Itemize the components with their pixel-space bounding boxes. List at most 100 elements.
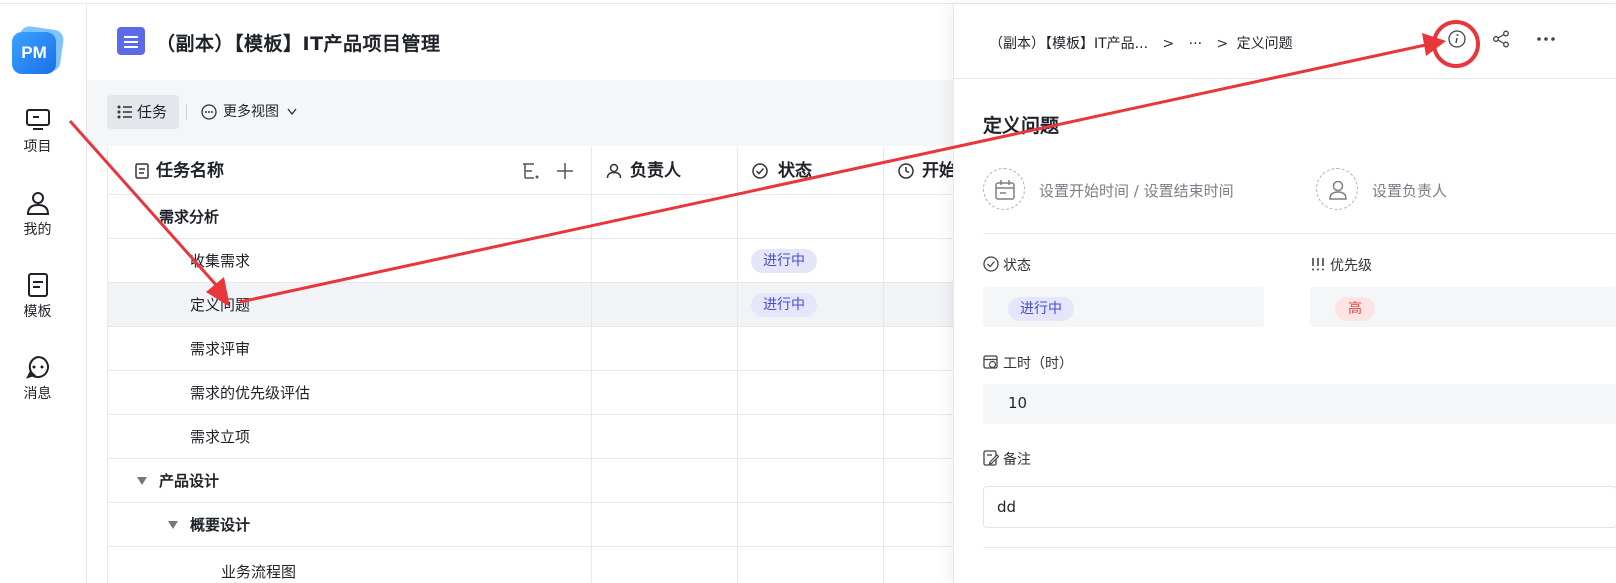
table-row-selected[interactable]: 定义问题 进行中 [108, 283, 954, 327]
date-range-hint[interactable]: 设置开始时间 / 设置结束时间 [1039, 180, 1234, 201]
start-cell[interactable] [884, 503, 954, 546]
status-cell[interactable] [738, 415, 884, 458]
breadcrumb-ellipsis[interactable]: ··· [1189, 36, 1202, 52]
task-name-cell: 定义问题 [108, 283, 592, 326]
status-badge: 进行中 [751, 249, 817, 273]
tab-task[interactable]: 任务 [107, 95, 179, 129]
table-row[interactable]: 需求立项 [108, 415, 954, 459]
add-icon[interactable] [557, 163, 573, 179]
status-cell[interactable] [738, 547, 884, 583]
start-cell[interactable] [884, 415, 954, 458]
table-row[interactable]: 需求评审 [108, 327, 954, 371]
status-badge: 进行中 [751, 293, 817, 317]
priority-badge: 高 [1335, 297, 1375, 321]
owner-cell[interactable] [592, 195, 738, 238]
task-name: 需求评审 [190, 340, 251, 358]
app-logo[interactable]: PM [12, 25, 65, 76]
more-horizontal-icon[interactable] [1536, 30, 1556, 48]
status-cell[interactable] [738, 327, 884, 370]
table-row[interactable]: 产品设计 [108, 459, 954, 503]
task-name: 需求分析 [159, 208, 220, 226]
assignee-hint[interactable]: 设置负责人 [1372, 180, 1447, 201]
info-icon[interactable] [1448, 30, 1466, 48]
owner-cell[interactable] [592, 327, 738, 370]
doc-column-icon [135, 163, 149, 179]
table-row[interactable]: 概要设计 [108, 503, 954, 547]
left-nav-rail: PM 项目 我的 模板 消息 [0, 4, 87, 583]
column-header-status[interactable]: 状态 [738, 147, 884, 195]
notes-value: dd [997, 498, 1017, 516]
breadcrumb: （副本）【模板】IT产品... > ··· > 定义问题 [989, 33, 1293, 53]
priority-icon [1312, 258, 1324, 271]
tab-task-label: 任务 [137, 103, 168, 121]
chevron-down-icon [287, 108, 297, 116]
owner-cell[interactable] [592, 371, 738, 414]
status-cell[interactable] [738, 371, 884, 414]
task-name-cell: 产品设计 [108, 459, 592, 502]
owner-cell[interactable] [592, 503, 738, 546]
column-label-status: 状态 [778, 161, 812, 181]
status-badge: 进行中 [1008, 297, 1074, 321]
collapse-triangle-icon[interactable] [137, 477, 147, 485]
column-header-owner[interactable]: 负责人 [592, 147, 738, 195]
chevron-right-icon: > [1216, 36, 1229, 52]
notes-field-label: 备注 [983, 449, 1031, 469]
status-cell[interactable] [738, 459, 884, 502]
assignee-button[interactable] [1316, 168, 1358, 210]
rail-item-messages[interactable]: 消息 [0, 355, 75, 403]
date-picker-button[interactable] [983, 168, 1025, 210]
status-cell[interactable]: 进行中 [738, 239, 884, 282]
subtask-tree-icon[interactable] [522, 163, 540, 179]
rail-item-projects[interactable]: 项目 [0, 108, 75, 156]
owner-cell[interactable] [592, 415, 738, 458]
panel-header-divider [954, 78, 1616, 79]
table-row[interactable]: 需求的优先级评估 [108, 371, 954, 415]
task-name: 收集需求 [190, 252, 251, 270]
start-cell[interactable] [884, 283, 954, 326]
breadcrumb-current[interactable]: 定义问题 [1237, 33, 1293, 53]
task-name-cell: 业务流程图 [108, 547, 592, 583]
more-views-label: 更多视图 [223, 104, 279, 120]
table-row[interactable]: 需求分析 [108, 195, 954, 239]
owner-cell[interactable] [592, 547, 738, 583]
edit-note-icon [983, 450, 999, 466]
owner-cell[interactable] [592, 459, 738, 502]
status-select[interactable]: 进行中 [983, 287, 1264, 327]
more-views-button[interactable]: 更多视图 [201, 95, 299, 129]
project-doc-icon [117, 27, 145, 55]
task-name-cell: 需求的优先级评估 [108, 371, 592, 414]
notes-textarea[interactable]: dd [983, 486, 1616, 528]
start-cell[interactable] [884, 547, 954, 583]
owner-cell[interactable] [592, 283, 738, 326]
more-circle-icon [201, 104, 217, 120]
status-cell[interactable] [738, 503, 884, 546]
timesheet-icon [983, 355, 998, 369]
status-cell[interactable] [738, 195, 884, 238]
task-name: 定义问题 [190, 296, 251, 314]
task-title[interactable]: 定义问题 [983, 111, 1059, 138]
collapse-triangle-icon[interactable] [168, 521, 178, 529]
share-icon[interactable] [1492, 30, 1510, 48]
priority-label-text: 优先级 [1330, 258, 1372, 274]
task-detail-panel: （副本）【模板】IT产品... > ··· > 定义问题 定义问题 设置开始时间… [953, 4, 1616, 583]
priority-select[interactable]: 高 [1310, 287, 1616, 327]
column-header-task-name[interactable]: 任务名称 [108, 147, 592, 195]
hours-input[interactable]: 10 [983, 384, 1616, 424]
user-column-icon [606, 163, 622, 179]
status-cell[interactable]: 进行中 [738, 283, 884, 326]
table-row[interactable]: 业务流程图 [108, 547, 954, 583]
user-icon [1329, 180, 1347, 200]
toolbar-divider [186, 104, 187, 120]
table-row[interactable]: 收集需求 进行中 [108, 239, 954, 283]
task-name-cell: 需求分析 [108, 195, 592, 238]
rail-item-mine[interactable]: 我的 [0, 191, 75, 239]
owner-cell[interactable] [592, 239, 738, 282]
start-cell[interactable] [884, 459, 954, 502]
start-cell[interactable] [884, 371, 954, 414]
column-header-start[interactable]: 开始 [884, 147, 954, 195]
breadcrumb-project[interactable]: （副本）【模板】IT产品... [989, 33, 1148, 53]
rail-item-templates[interactable]: 模板 [0, 273, 75, 321]
start-cell[interactable] [884, 239, 954, 282]
start-cell[interactable] [884, 195, 954, 238]
start-cell[interactable] [884, 327, 954, 370]
